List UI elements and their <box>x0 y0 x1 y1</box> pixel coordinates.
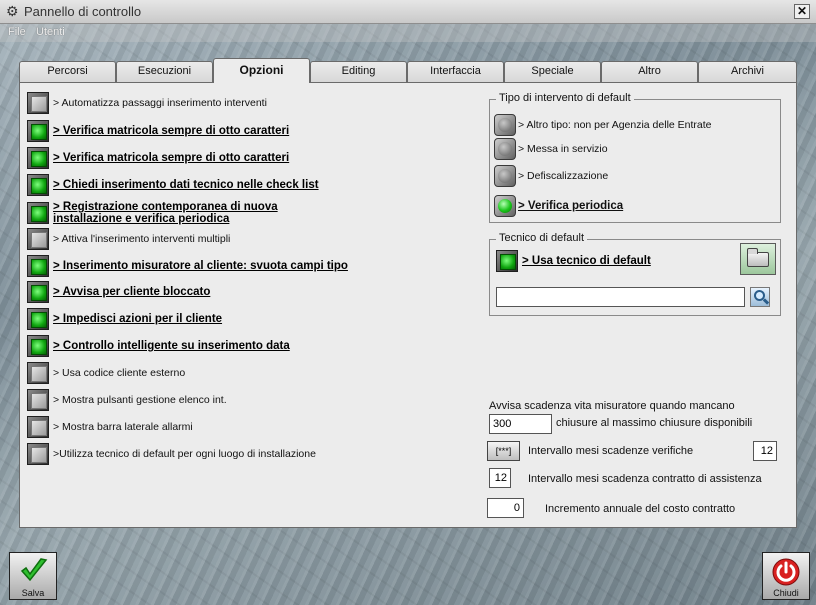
checkbox[interactable] <box>27 308 49 330</box>
checkbox[interactable] <box>27 362 49 384</box>
close-window-button[interactable]: ✕ <box>794 4 810 19</box>
tab-strip: Percorsi Esecuzioni Opzioni Editing Inte… <box>19 58 797 83</box>
chiusure-input[interactable] <box>489 414 552 434</box>
browse-tecnico-button[interactable] <box>740 243 776 275</box>
option-svuota-campi-tipo[interactable]: > Inserimento misuratore al cliente: svu… <box>27 255 348 277</box>
option-automatizza-passaggi[interactable]: > Automatizza passaggi inserimento inter… <box>27 92 267 114</box>
verifiche-input[interactable] <box>753 441 777 461</box>
tab-percorsi[interactable]: Percorsi <box>19 61 116 82</box>
group-title: Tecnico di default <box>496 232 587 244</box>
close-label: Chiudi <box>773 588 799 598</box>
checkbox[interactable] <box>27 120 49 142</box>
group-title: Tipo di intervento di default <box>496 92 634 104</box>
save-label: Salva <box>21 588 45 598</box>
option-label: > Verifica matricola sempre di otto cara… <box>53 152 290 164</box>
tab-interfaccia[interactable]: Interfaccia <box>407 61 504 82</box>
tab-opzioni[interactable]: Opzioni <box>213 58 310 83</box>
option-label: > Verifica matricola sempre di otto cara… <box>53 125 290 137</box>
checkbox[interactable] <box>27 281 49 303</box>
radio-label: > Messa in servizio <box>518 143 608 155</box>
option-pulsanti-gestione[interactable]: > Mostra pulsanti gestione elenco int. <box>27 389 227 411</box>
checkbox[interactable] <box>27 228 49 250</box>
menu-utenti[interactable]: Utenti <box>36 26 65 38</box>
option-impedisci-azioni[interactable]: > Impedisci azioni per il cliente <box>27 308 222 330</box>
checkmark-icon <box>20 558 48 582</box>
chiusure-label: chiusure al massimo chiusure disponibili <box>556 417 753 429</box>
title-bar: ⚙ Pannello di controllo ✕ <box>0 0 816 24</box>
radio-button[interactable] <box>494 165 516 187</box>
radio-button[interactable] <box>494 195 516 217</box>
tecnico-input[interactable] <box>496 287 745 307</box>
option-label: > Controllo intelligente su inserimento … <box>53 340 290 352</box>
tab-editing[interactable]: Editing <box>310 61 407 82</box>
option-label: > Usa codice cliente esterno <box>53 367 186 379</box>
avvisa-scadenza-label: Avvisa scadenza vita misuratore quando m… <box>489 400 735 412</box>
option-registrazione-contemporanea[interactable]: > Registrazione contemporanea di nuova i… <box>27 201 298 225</box>
tecnico-default-group: Tecnico di default > Usa tecnico di defa… <box>489 232 781 316</box>
checkbox[interactable] <box>27 174 49 196</box>
option-codice-esterno[interactable]: > Usa codice cliente esterno <box>27 362 185 384</box>
option-usa-tecnico-default[interactable]: > Usa tecnico di default <box>496 250 651 272</box>
checkbox[interactable] <box>27 202 49 224</box>
window-title: Pannello di controllo <box>24 4 142 19</box>
checkbox[interactable] <box>27 389 49 411</box>
menu-file[interactable]: File <box>8 26 26 38</box>
radio-messa-in-servizio[interactable]: > Messa in servizio <box>494 137 608 161</box>
option-label: > Mostra pulsanti gestione elenco int. <box>53 394 227 406</box>
radio-altro-tipo[interactable]: > Altro tipo: non per Agenzia delle Entr… <box>494 113 712 137</box>
option-label: > Chiedi inserimento dati tecnico nelle … <box>53 179 319 191</box>
incremento-input[interactable] <box>487 498 524 518</box>
close-button[interactable]: Chiudi <box>762 552 810 600</box>
tab-archivi[interactable]: Archivi <box>698 61 797 82</box>
search-icon-handle <box>762 298 770 305</box>
verifiche-label: Intervallo mesi scadenze verifiche <box>528 445 694 457</box>
radio-verifica-periodica[interactable]: > Verifica periodica <box>494 194 623 218</box>
tab-esecuzioni[interactable]: Esecuzioni <box>116 61 213 82</box>
option-label: > Mostra barra laterale allarmi <box>53 421 193 433</box>
option-label: > Registrazione contemporanea di nuova i… <box>53 201 278 225</box>
option-verifica-matricola-2[interactable]: > Verifica matricola sempre di otto cara… <box>27 147 289 169</box>
save-button[interactable]: Salva <box>9 552 57 600</box>
checkbox[interactable] <box>27 92 49 114</box>
radio-button[interactable] <box>494 114 516 136</box>
option-label: > Impedisci azioni per il cliente <box>53 313 223 325</box>
checkbox[interactable] <box>27 335 49 357</box>
radio-defiscalizzazione[interactable]: > Defiscalizzazione <box>494 164 608 188</box>
option-label: > Usa tecnico di default <box>522 255 651 267</box>
radio-button[interactable] <box>494 138 516 160</box>
option-label: > Automatizza passaggi inserimento inter… <box>53 97 267 109</box>
option-barra-allarmi[interactable]: > Mostra barra laterale allarmi <box>27 416 193 438</box>
option-label: > Attiva l'inserimento interventi multip… <box>53 233 231 245</box>
contratto-label: Intervallo mesi scadenza contratto di as… <box>528 473 762 485</box>
option-tecnico-luogo[interactable]: >Utilizza tecnico di default per ogni lu… <box>27 443 316 465</box>
checkbox[interactable] <box>27 147 49 169</box>
option-interventi-multipli[interactable]: > Attiva l'inserimento interventi multip… <box>27 228 230 250</box>
option-verifica-matricola[interactable]: > Verifica matricola sempre di otto cara… <box>27 120 289 142</box>
verifiche-options-button[interactable]: [***] <box>487 441 520 461</box>
contratto-input[interactable] <box>489 468 511 488</box>
checkbox[interactable] <box>27 416 49 438</box>
option-label: >Utilizza tecnico di default per ogni lu… <box>53 448 316 460</box>
gear-icon: ⚙ <box>6 3 19 19</box>
radio-label: > Verifica periodica <box>518 200 624 212</box>
folder-icon <box>747 247 769 267</box>
option-chiedi-dati-tecnico[interactable]: > Chiedi inserimento dati tecnico nelle … <box>27 174 319 196</box>
checkbox[interactable] <box>27 443 49 465</box>
checkbox[interactable] <box>27 255 49 277</box>
option-controllo-data[interactable]: > Controllo intelligente su inserimento … <box>27 335 290 357</box>
radio-label: > Altro tipo: non per Agenzia delle Entr… <box>518 119 712 131</box>
power-icon <box>772 558 800 586</box>
option-label: > Inserimento misuratore al cliente: svu… <box>53 260 348 272</box>
menu-bar: File Utenti <box>0 24 816 42</box>
search-tecnico-button[interactable] <box>750 287 770 307</box>
tab-speciale[interactable]: Speciale <box>504 61 601 82</box>
checkbox[interactable] <box>496 250 518 272</box>
tipo-intervento-group: Tipo di intervento di default > Altro ti… <box>489 92 781 223</box>
incremento-label: Incremento annuale del costo contratto <box>545 503 736 515</box>
option-label: > Avvisa per cliente bloccato <box>53 286 211 298</box>
radio-label: > Defiscalizzazione <box>518 170 609 182</box>
option-cliente-bloccato[interactable]: > Avvisa per cliente bloccato <box>27 281 210 303</box>
tab-altro[interactable]: Altro <box>601 61 698 82</box>
